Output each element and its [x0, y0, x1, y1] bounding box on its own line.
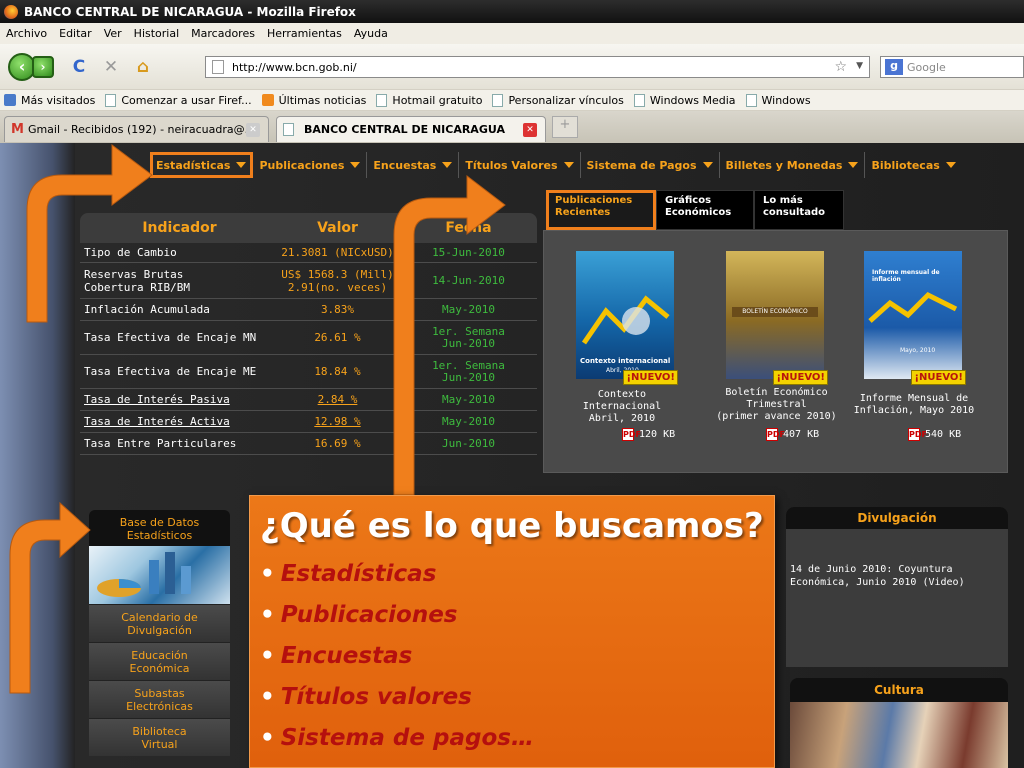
slide-question-box: ¿Qué es lo que buscamos? • Estadísticas •… [249, 495, 775, 768]
slide-question: ¿Qué es lo que buscamos? [260, 506, 764, 546]
bullet: • [260, 602, 275, 628]
arrow-to-estadisticas [26, 144, 153, 323]
list-item: • Estadísticas [260, 554, 774, 595]
list-item-text: Encuestas [280, 643, 413, 669]
list-item: • Sistema de pagos… [260, 718, 774, 759]
list-item: • Publicaciones [260, 595, 774, 636]
list-item: • Encuestas [260, 636, 774, 677]
bullet: • [260, 643, 275, 669]
list-item-text: Títulos valores [280, 684, 472, 710]
list-item: • Títulos valores [260, 677, 774, 718]
list-item-text: Sistema de pagos… [280, 725, 534, 751]
bullet: • [260, 561, 275, 587]
list-item-text: Estadísticas [280, 561, 437, 587]
slide-list: • Estadísticas • Publicaciones • Encuestas … [260, 554, 774, 759]
bullet: • [260, 684, 275, 710]
arrow-to-publicaciones [393, 174, 506, 496]
arrow-to-base-de-datos [9, 501, 91, 694]
bullet: • [260, 725, 275, 751]
list-item-text: Publicaciones [280, 602, 458, 628]
